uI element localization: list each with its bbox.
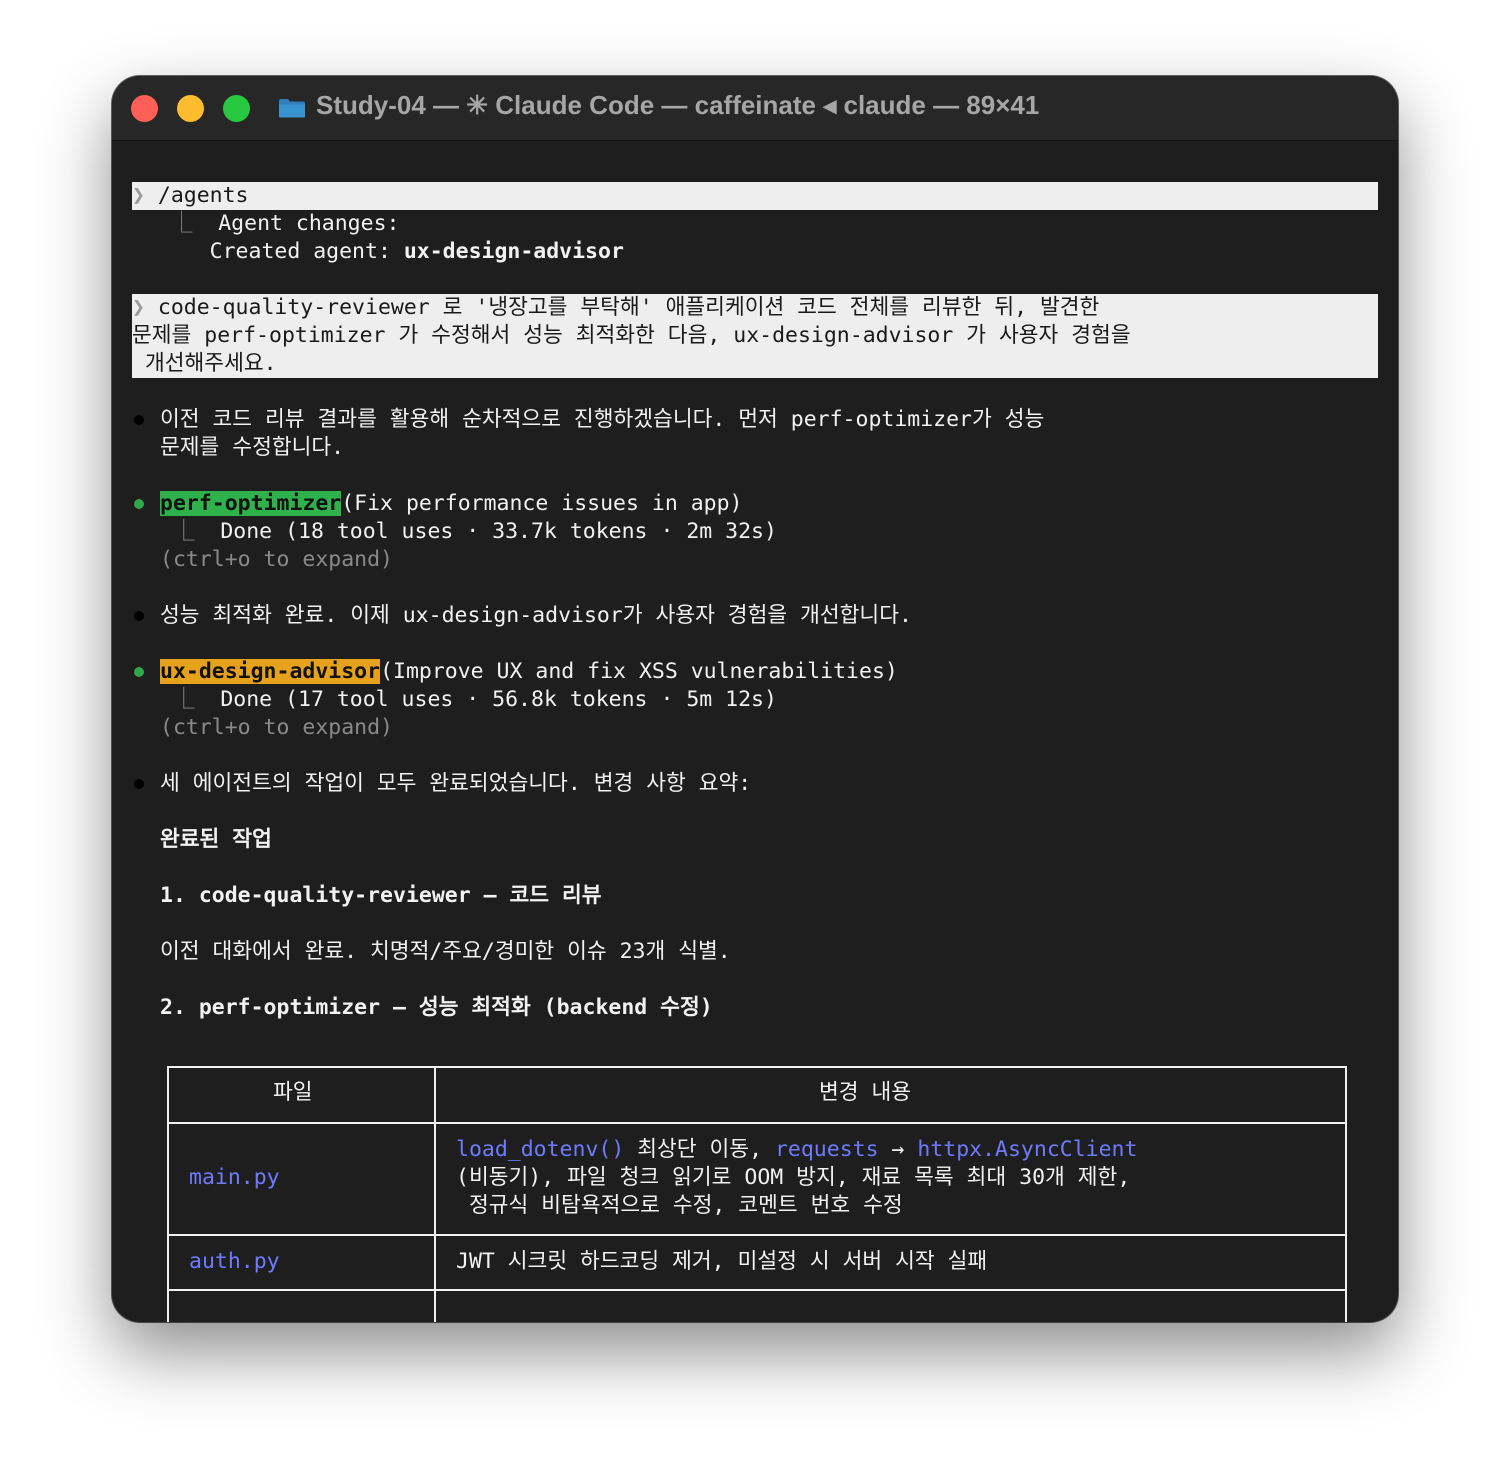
table-cell-change-line: (비동기), 파일 청크 읽기로 OOM 방지, 재료 목록 최대 30개 제한… <box>456 1165 1131 1190</box>
window-title: Study-04 — ✳ Claude Code — caffeinate ◂ … <box>316 90 1040 120</box>
minimize-button[interactable] <box>177 95 204 122</box>
task-perf-optimizer[interactable]: perf-optimizer(Fix performance issues in… <box>160 490 743 518</box>
section-paragraph: 이전 대화에서 완료. 치명적/주요/경미한 이슈 23개 식별. <box>160 939 731 964</box>
request-line-3: 개선해주세요. <box>132 351 277 376</box>
message-line: 이전 코드 리뷰 결과를 활용해 순차적으로 진행하겠습니다. 먼저 perf-… <box>160 407 1045 432</box>
code-span: load_dotenv() <box>456 1137 625 1162</box>
task-status-dot-icon <box>134 499 144 509</box>
table-cell-change-line: JWT 시크릿 하드코딩 제거, 미설정 시 서버 시작 실패 <box>456 1249 988 1274</box>
agent-changes-label: Agent changes: <box>218 211 400 236</box>
close-button[interactable] <box>131 95 158 122</box>
table-header-change: 변경 내용 <box>819 1080 912 1105</box>
prompt-block-request: ❯ code-quality-reviewer 로 '냉장고를 부탁해' 애플리… <box>132 294 1378 378</box>
table-cell-change-line: load_dotenv() 최상단 이동, requests → httpx.A… <box>456 1136 1137 1164</box>
request-line-2: 문제를 perf-optimizer 가 수정해서 성능 최적화한 다음, ux… <box>132 323 1131 348</box>
message-bullet-icon <box>134 415 144 425</box>
task-name: perf-optimizer <box>160 491 342 516</box>
message-bullet-icon <box>134 611 144 621</box>
prompt-block-agents: ❯ /agents <box>132 182 1378 210</box>
prompt-chevron-icon: ❯ <box>132 295 158 320</box>
title-bar: Study-04 — ✳ Claude Code — caffeinate ◂ … <box>112 76 1398 141</box>
tree-branch-icon: ⎿ <box>160 519 221 544</box>
changes-table: 파일 변경 내용 main.py load_dotenv() 최상단 이동, r… <box>167 1066 1347 1322</box>
section-heading: 1. code-quality-reviewer — 코드 리뷰 <box>160 883 602 908</box>
message-line: 세 에이전트의 작업이 모두 완료되었습니다. 변경 사항 요약: <box>160 771 752 796</box>
task-result: Done (17 tool uses · 56.8k tokens · 5m 1… <box>220 687 777 712</box>
table-cell-change-line: 정규식 비탐욕적으로 수정, 코멘트 번호 수정 <box>456 1193 903 1218</box>
task-name: ux-design-advisor <box>160 659 381 684</box>
section-heading: 2. perf-optimizer — 성능 최적화 (backend 수정) <box>160 995 713 1020</box>
command-text: /agents <box>157 183 249 208</box>
tree-branch-icon: ⎿ <box>132 211 219 236</box>
message-line: 성능 최적화 완료. 이제 ux-design-advisor가 사용자 경험을… <box>160 603 912 628</box>
tree-branch-icon: ⎿ <box>160 687 221 712</box>
task-description: (Improve UX and fix XSS vulnerabilities) <box>380 659 898 684</box>
zoom-button[interactable] <box>223 95 250 122</box>
task-status-dot-icon <box>134 667 144 677</box>
expand-hint[interactable]: (ctrl+o to expand) <box>160 546 393 574</box>
table-cell-text: 최상단 이동, <box>624 1137 775 1162</box>
expand-hint[interactable]: (ctrl+o to expand) <box>160 714 393 742</box>
created-agent-label: Created agent: <box>209 239 404 264</box>
folder-icon <box>279 99 305 118</box>
table-cell-file: auth.py <box>189 1249 280 1274</box>
arrow-icon: → <box>878 1137 918 1162</box>
terminal-window: Study-04 — ✳ Claude Code — caffeinate ◂ … <box>112 76 1398 1322</box>
request-line-1: code-quality-reviewer 로 '냉장고를 부탁해' 애플리케이… <box>157 295 1100 320</box>
task-ux-design-advisor[interactable]: ux-design-advisor(Improve UX and fix XSS… <box>160 658 898 686</box>
table-header-file: 파일 <box>273 1080 313 1105</box>
task-result: Done (18 tool uses · 33.7k tokens · 2m 3… <box>220 519 777 544</box>
code-span: httpx.AsyncClient <box>917 1137 1138 1162</box>
created-agent-name: ux-design-advisor <box>403 239 624 264</box>
prompt-chevron-icon: ❯ <box>132 183 158 208</box>
section-heading: 완료된 작업 <box>160 827 272 852</box>
code-span: requests <box>774 1137 879 1162</box>
message-bullet-icon <box>134 779 144 789</box>
task-description: (Fix performance issues in app) <box>341 491 743 516</box>
table-cell-file: main.py <box>189 1165 280 1190</box>
message-line: 문제를 수정합니다. <box>160 435 345 460</box>
